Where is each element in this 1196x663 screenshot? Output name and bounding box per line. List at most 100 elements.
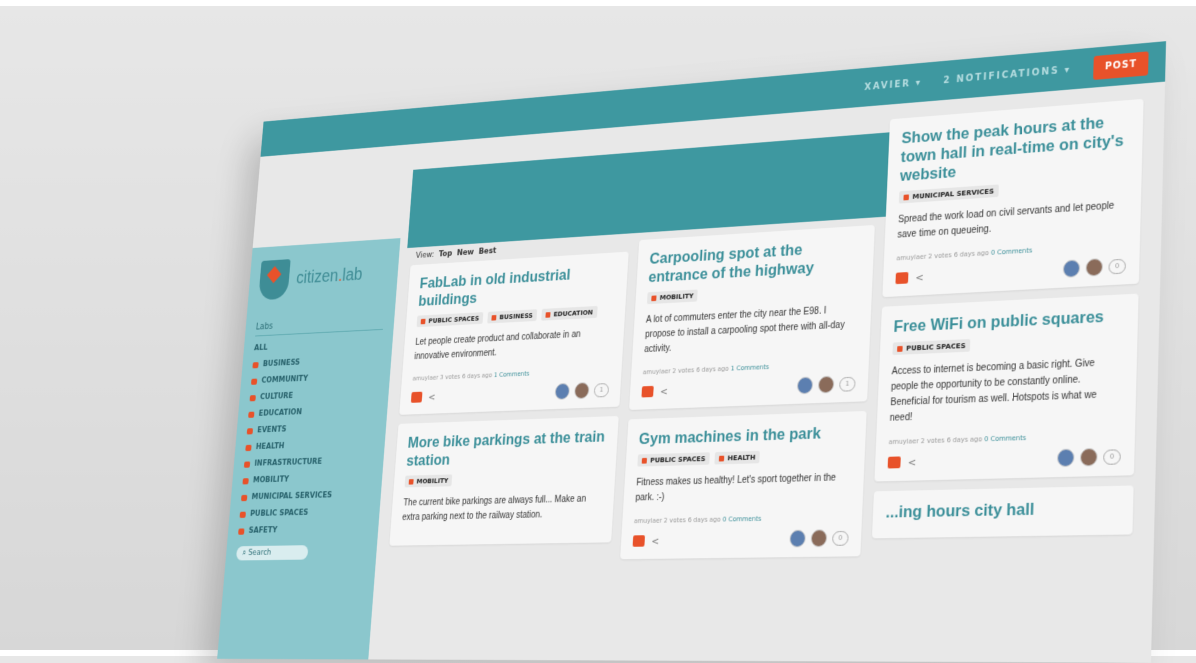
idea-title[interactable]: ...ing hours city hall: [885, 498, 1119, 523]
comment-bubble-icon[interactable]: 0: [1108, 258, 1127, 274]
sidebar-item-label: BUSINESS: [262, 358, 301, 369]
tag-icon: [641, 457, 648, 464]
view-new[interactable]: New: [457, 248, 475, 258]
sidebar-item-all[interactable]: ALL: [254, 338, 383, 353]
thumbs-up-icon[interactable]: [641, 385, 654, 398]
sidebar-item-public-spaces[interactable]: PUBLIC SPACES: [239, 507, 369, 519]
tag-badge[interactable]: MUNICIPAL SERVICES: [898, 184, 999, 204]
idea-title[interactable]: Free WiFi on public squares: [893, 306, 1125, 337]
author-link[interactable]: amuylaer: [896, 253, 926, 262]
timestamp: 6 days ago: [687, 515, 721, 525]
idea-title[interactable]: Carpooling spot at the entrance of the h…: [648, 237, 862, 287]
idea-card[interactable]: Carpooling spot at the entrance of the h…: [629, 224, 875, 411]
idea-title[interactable]: More bike parkings at the train station: [406, 427, 607, 470]
idea-card[interactable]: FabLab in old industrial buildings PUBLIC…: [399, 251, 629, 415]
comments-link[interactable]: 0 Comments: [984, 434, 1026, 443]
sidebar-item-business[interactable]: BUSINESS: [252, 355, 381, 370]
idea-card[interactable]: Gym machines in the park PUBLIC SPACES HEA…: [620, 410, 867, 560]
tag-badge[interactable]: HEALTH: [714, 450, 761, 465]
category-list: ALL BUSINESS COMMUNITY CULTURE EDUCATION EVEN…: [238, 338, 382, 536]
sidebar-item-label: MUNICIPAL SERVICES: [251, 491, 333, 502]
view-top[interactable]: Top: [438, 249, 452, 259]
comment-bubble-icon[interactable]: 1: [839, 376, 856, 392]
thumbs-up-icon[interactable]: [887, 456, 901, 469]
author-link[interactable]: amuylaer: [634, 517, 662, 525]
tag-badge[interactable]: BUSINESS: [487, 309, 538, 324]
sidebar-item-health[interactable]: HEALTH: [245, 439, 374, 452]
category-icon: [243, 461, 251, 468]
sidebar-item-infrastructure[interactable]: INFRASTRUCTURE: [243, 456, 373, 469]
author-link[interactable]: amuylaer: [643, 368, 671, 377]
tag-icon: [718, 455, 725, 462]
avatar: [1062, 259, 1081, 278]
thumbs-up-icon[interactable]: [895, 272, 909, 285]
tag-icon: [651, 294, 657, 301]
ideas-column-2: Carpooling spot at the entrance of the h…: [620, 224, 875, 569]
idea-card[interactable]: More bike parkings at the train station M…: [389, 415, 619, 546]
sidebar-item-events[interactable]: EVENTS: [246, 422, 376, 435]
tag-badge[interactable]: PUBLIC SPACES: [892, 338, 971, 356]
tag-badge[interactable]: EDUCATION: [541, 305, 598, 321]
comments-link[interactable]: 1 Comments: [494, 370, 530, 379]
sidebar-item-culture[interactable]: CULTURE: [249, 388, 378, 402]
sidebar-item-mobility[interactable]: MOBILITY: [242, 473, 371, 485]
category-icon: [250, 378, 258, 385]
view-best[interactable]: Best: [478, 247, 496, 257]
search-input[interactable]: ⌕ Search: [235, 545, 309, 561]
thumbs-up-icon[interactable]: [632, 535, 646, 547]
comment-bubble-icon[interactable]: 1: [593, 382, 610, 398]
author-link[interactable]: amuylaer: [889, 437, 919, 446]
notifications-menu[interactable]: 2 NOTIFICATIONS ▾: [943, 64, 1071, 85]
idea-title[interactable]: Show the peak hours at the town hall in …: [900, 111, 1130, 185]
idea-meta: amuylaer 3 votes 6 days ago 1 Comments: [412, 366, 610, 382]
sidebar-item-safety[interactable]: SAFETY: [238, 524, 368, 535]
category-icon: [242, 477, 249, 485]
avatar: [1079, 447, 1098, 467]
category-icon: [246, 427, 254, 435]
idea-meta: amuylaer 2 votes 6 days ago 0 Comments: [634, 513, 850, 525]
idea-actions: <1: [410, 381, 610, 405]
sidebar-item-community[interactable]: COMMUNITY: [250, 371, 380, 385]
comments-link[interactable]: 1 Comments: [730, 363, 769, 372]
tag-badge[interactable]: PUBLIC SPACES: [637, 452, 710, 467]
sidebar-item-municipal-services[interactable]: MUNICIPAL SERVICES: [241, 490, 371, 502]
ideas-column-3: Show the peak hours at the town hall in …: [871, 98, 1144, 548]
comments-link[interactable]: 0 Comments: [991, 247, 1033, 257]
comment-bubble-icon[interactable]: 0: [831, 530, 849, 546]
logo[interactable]: citizen.lab: [258, 253, 389, 301]
share-icon[interactable]: <: [915, 271, 924, 284]
share-icon[interactable]: <: [651, 535, 660, 547]
idea-description: A lot of commuters enter the city near t…: [643, 305, 845, 355]
sidebar-item-label: HEALTH: [255, 441, 285, 452]
timestamp: 6 days ago: [461, 371, 493, 381]
post-button[interactable]: POST: [1093, 50, 1149, 80]
idea-meta: amuylaer 2 votes 6 days ago 0 Comments: [889, 431, 1122, 446]
comment-bubble-icon[interactable]: 0: [1103, 448, 1121, 465]
share-icon[interactable]: <: [908, 456, 917, 469]
app-window: XAVIER ▾ 2 NOTIFICATIONS ▾ POST citizen.…: [217, 41, 1167, 663]
tag-icon: [408, 478, 414, 485]
idea-title[interactable]: FabLab in old industrial buildings: [418, 263, 617, 310]
idea-tags: MOBILITY: [404, 470, 604, 488]
share-icon[interactable]: <: [428, 391, 436, 403]
author-link[interactable]: amuylaer: [412, 374, 438, 382]
sidebar-item-label: PUBLIC SPACES: [249, 508, 309, 519]
timestamp: 6 days ago: [695, 365, 729, 374]
tag-badge[interactable]: MOBILITY: [404, 474, 453, 488]
idea-card[interactable]: Show the peak hours at the town hall in …: [882, 98, 1144, 298]
user-menu[interactable]: XAVIER ▾: [864, 77, 922, 92]
idea-actions: <0: [632, 529, 849, 550]
idea-card[interactable]: ...ing hours city hall: [871, 485, 1134, 539]
idea-title[interactable]: Gym machines in the park: [638, 423, 853, 449]
timestamp: 6 days ago: [946, 435, 983, 445]
timestamp: 6 days ago: [953, 249, 990, 259]
comments-link[interactable]: 0 Comments: [722, 515, 761, 523]
category-icon: [238, 528, 245, 535]
idea-card[interactable]: Free WiFi on public squares PUBLIC SPACES…: [874, 293, 1139, 482]
tag-badge[interactable]: PUBLIC SPACES: [416, 312, 484, 328]
idea-description: Access to internet is becoming a basic r…: [889, 358, 1097, 424]
thumbs-up-icon[interactable]: [410, 391, 423, 403]
tag-badge[interactable]: MOBILITY: [646, 289, 699, 305]
share-icon[interactable]: <: [660, 385, 668, 397]
sidebar-item-education[interactable]: EDUCATION: [248, 405, 377, 419]
